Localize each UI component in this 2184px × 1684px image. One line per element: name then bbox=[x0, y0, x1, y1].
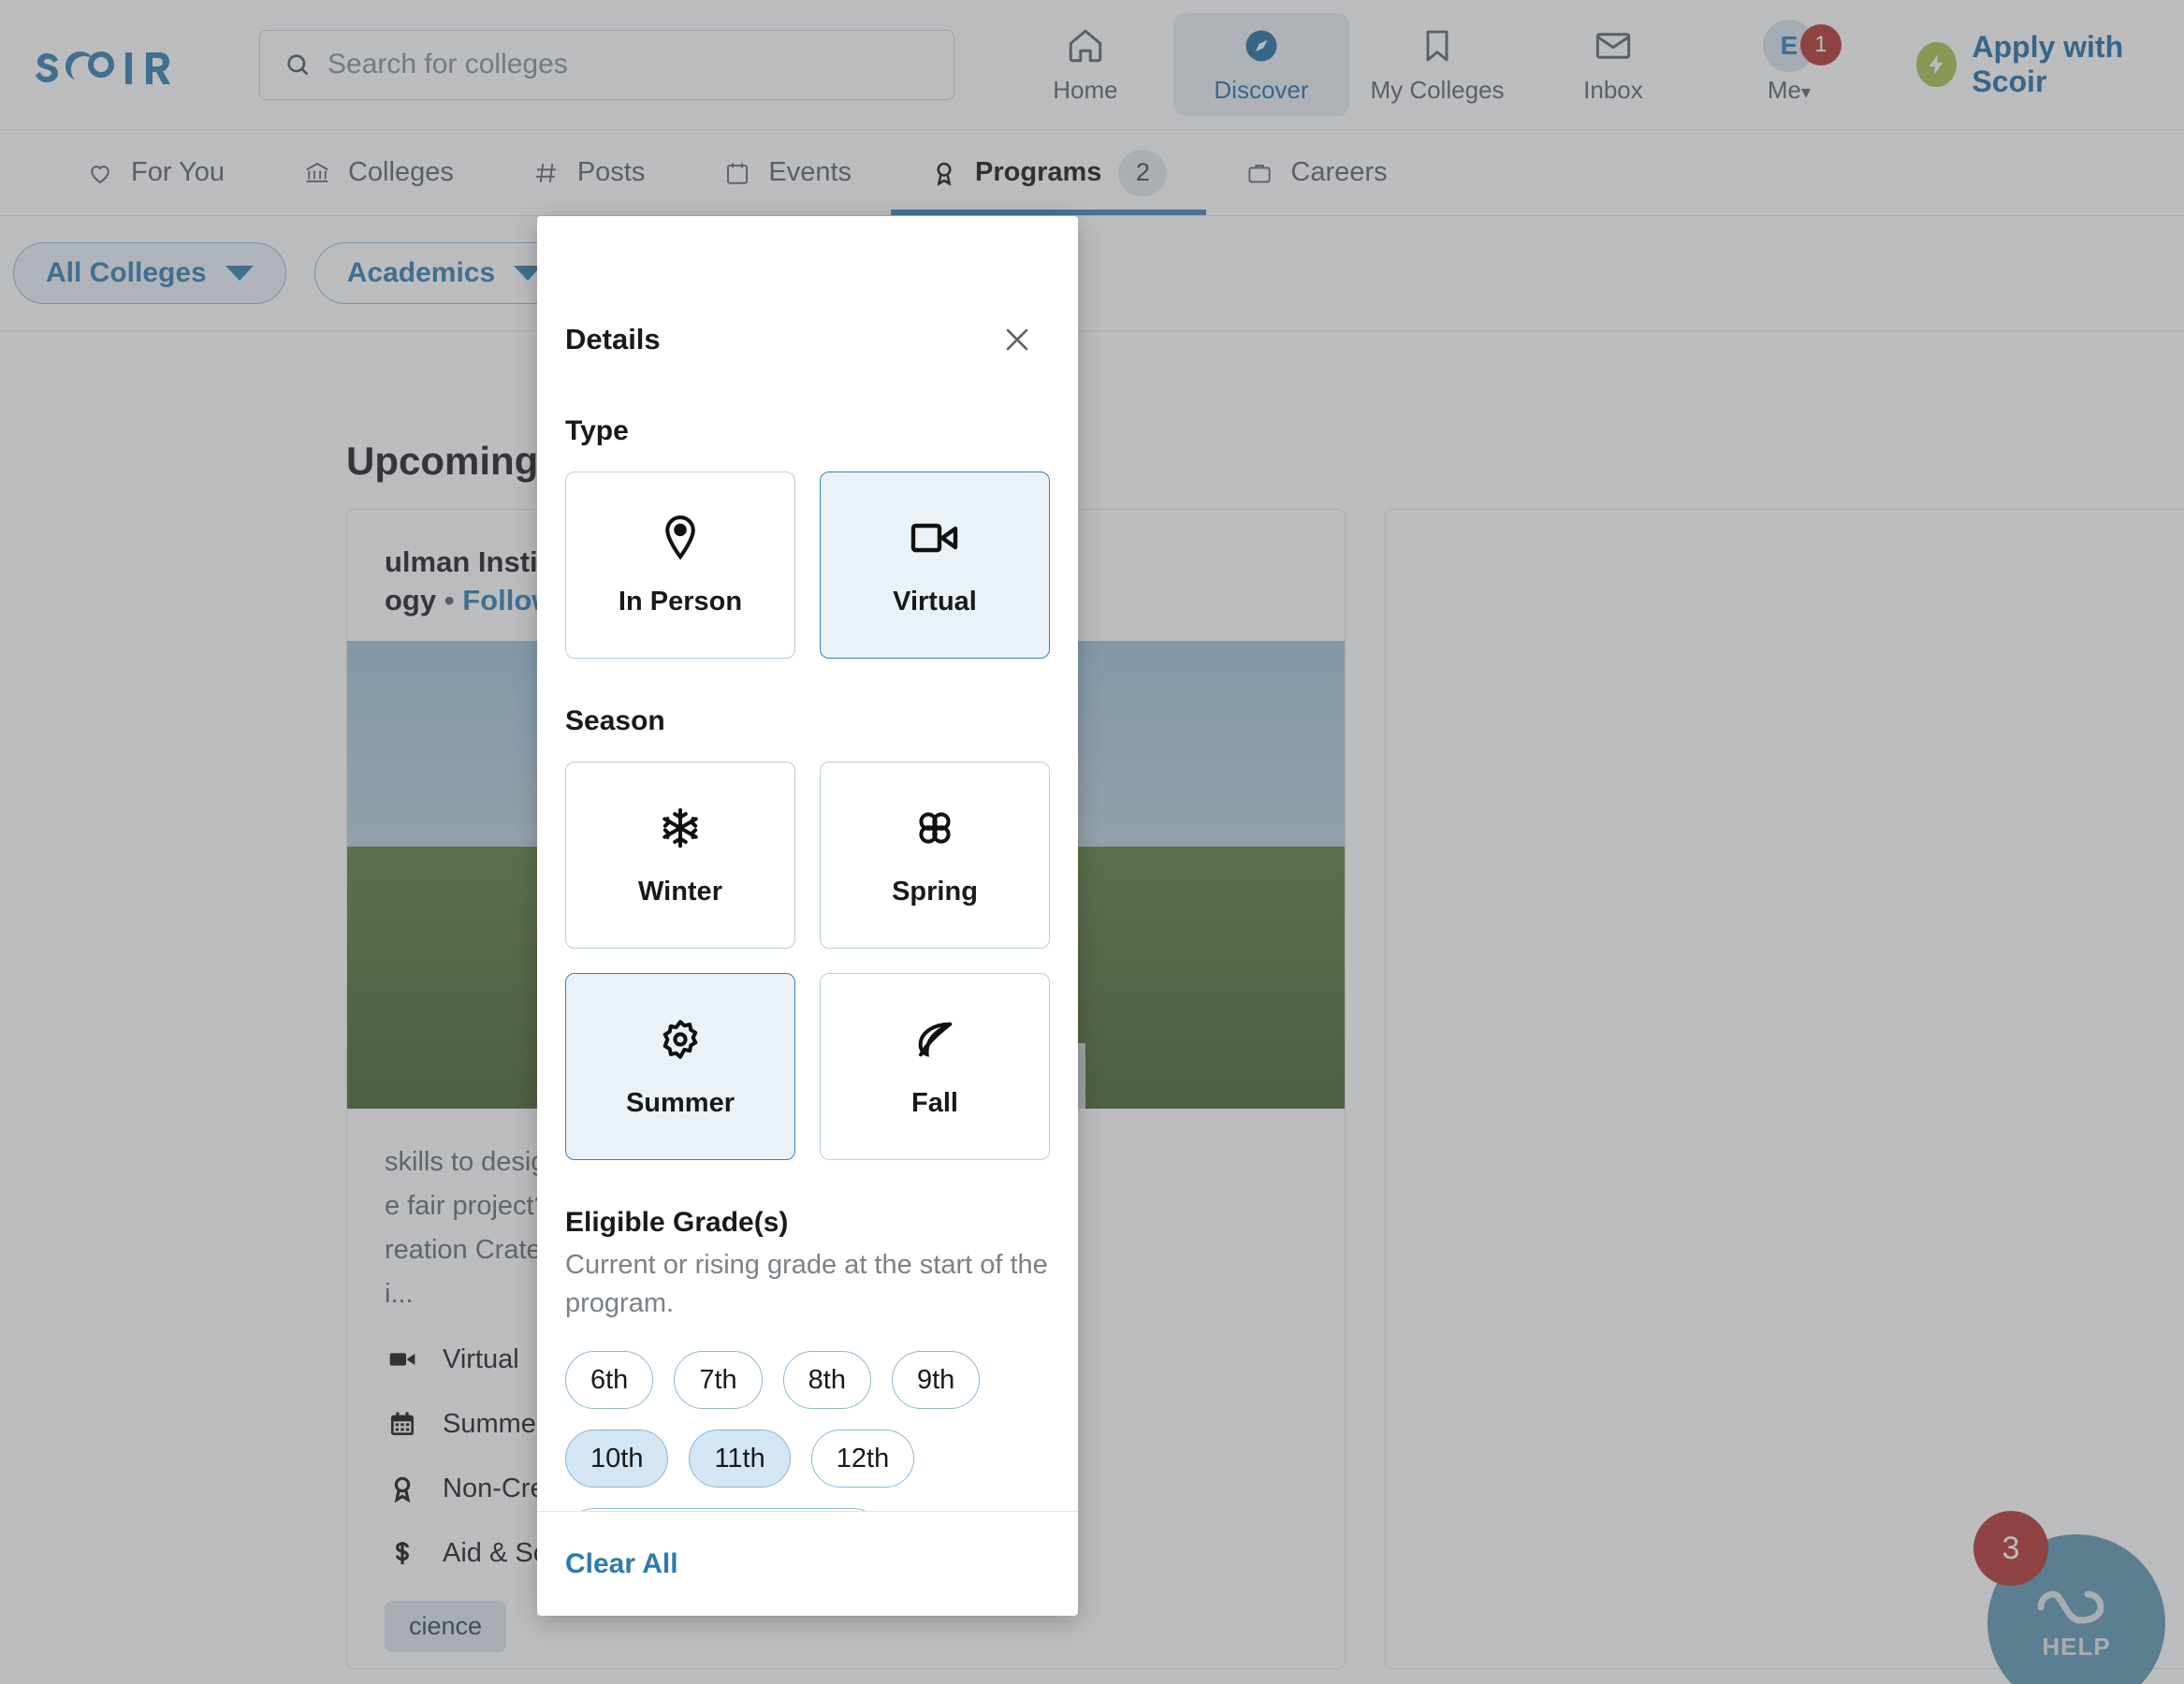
close-icon[interactable] bbox=[997, 320, 1037, 359]
season-option-summer[interactable]: Summer bbox=[565, 973, 795, 1160]
grade-pill-6th[interactable]: 6th bbox=[565, 1351, 654, 1410]
season-option-label: Summer bbox=[625, 1087, 735, 1118]
grade-pill-group: 6th 7th 8th 9th 10th 11th 12th High Scho… bbox=[565, 1351, 1050, 1511]
season-option-fall[interactable]: Fall bbox=[820, 973, 1050, 1160]
type-option-grid: In Person Virtual bbox=[565, 472, 1050, 659]
video-icon bbox=[910, 514, 959, 562]
popover-top-spacer bbox=[537, 216, 1078, 298]
grade-pill-9th[interactable]: 9th bbox=[891, 1351, 981, 1410]
leaf-icon bbox=[913, 1015, 956, 1064]
section-sublabel-eligible-grades: Current or rising grade at the start of … bbox=[565, 1250, 1048, 1319]
popover-footer: Clear All bbox=[537, 1511, 1078, 1616]
grade-pill-11th[interactable]: 11th bbox=[689, 1430, 791, 1488]
flower-icon bbox=[913, 804, 956, 852]
grade-pill-8th[interactable]: 8th bbox=[782, 1351, 871, 1410]
grade-pill-high-school-graduate[interactable]: High School Graduate bbox=[565, 1508, 883, 1511]
grade-pill-7th[interactable]: 7th bbox=[674, 1351, 763, 1410]
type-option-virtual[interactable]: Virtual bbox=[820, 472, 1050, 659]
popover-title: Details bbox=[565, 323, 661, 356]
season-option-label: Spring bbox=[892, 876, 978, 907]
map-pin-icon bbox=[660, 514, 701, 562]
type-option-in-person[interactable]: In Person bbox=[565, 472, 795, 659]
popover-body[interactable]: Type In Person Virtual Season Winter Spr… bbox=[537, 369, 1078, 1511]
grade-pill-12th[interactable]: 12th bbox=[810, 1430, 915, 1488]
section-label-season: Season bbox=[565, 705, 665, 736]
clear-all-button[interactable]: Clear All bbox=[565, 1548, 678, 1580]
section-label-eligible-grades: Eligible Grade(s) bbox=[565, 1207, 789, 1238]
type-option-label: Virtual bbox=[893, 586, 977, 617]
grade-pill-10th[interactable]: 10th bbox=[565, 1430, 669, 1488]
details-filter-popover: Details Type In Person Virtual Season Wi… bbox=[537, 216, 1078, 1616]
type-option-label: In Person bbox=[618, 586, 743, 617]
snowflake-icon bbox=[659, 804, 702, 852]
season-option-winter[interactable]: Winter bbox=[565, 762, 795, 949]
season-option-spring[interactable]: Spring bbox=[820, 762, 1050, 949]
season-option-label: Fall bbox=[911, 1087, 958, 1118]
sun-icon bbox=[659, 1015, 702, 1064]
popover-header: Details bbox=[537, 298, 1078, 369]
modal-scrim[interactable] bbox=[0, 0, 2184, 1684]
season-option-grid: Winter Spring Summer Fall bbox=[565, 762, 1050, 1160]
season-option-label: Winter bbox=[638, 876, 722, 907]
app-root: Search for colleges Home Discover My Col… bbox=[0, 0, 2184, 1684]
section-label-type: Type bbox=[565, 415, 629, 446]
